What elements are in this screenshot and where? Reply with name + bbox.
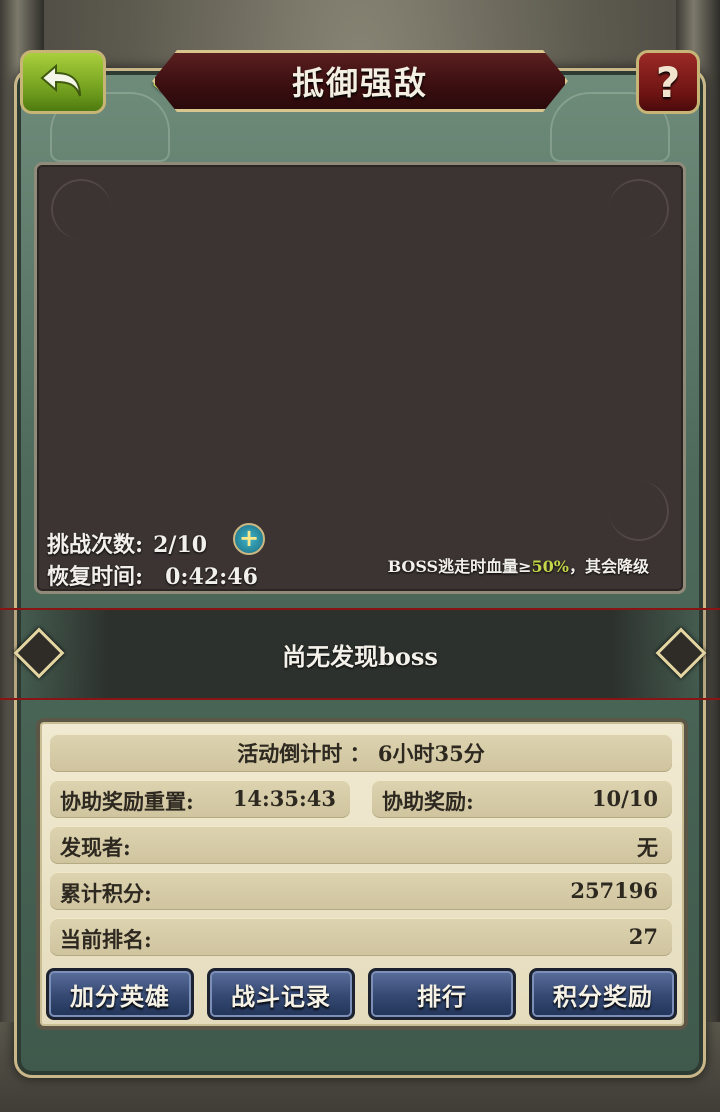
boss-status-text: 尚无发现boss — [282, 641, 438, 671]
note-percent: 50% — [531, 557, 569, 576]
corner-ornament — [51, 179, 111, 239]
corner-ornament — [609, 481, 669, 541]
boss-view-panel: 挑战次数: 2/10 + 恢复时间: 0:42:46 BOSS逃走时血量≥50%，其… — [34, 162, 686, 594]
page-title: 抵御强敌 — [291, 64, 428, 102]
plus-icon: + — [238, 524, 260, 552]
score-value: 257196 — [570, 878, 658, 903]
attempts-line: 挑战次数: 2/10 — [47, 527, 207, 559]
rank-row: 当前排名: 27 — [50, 918, 672, 956]
title-bar: 抵御强敌 — [152, 50, 568, 112]
back-arrow-icon — [40, 63, 81, 97]
assist-reset-row: 协助奖励重置: 14:35:43 — [50, 780, 350, 818]
help-icon: ? — [655, 57, 681, 107]
finder-row: 发现者: 无 — [50, 826, 672, 864]
battle-log-button[interactable]: 战斗记录 — [207, 968, 355, 1020]
right-arrow-icon — [655, 627, 707, 679]
assist-reward-row: 协助奖励: 10/10 — [372, 780, 672, 818]
countdown-row: 活动倒计时 ： 6小时35分 — [50, 734, 672, 772]
assist-reset-value: 14:35:43 — [232, 786, 336, 811]
score-rewards-button[interactable]: 积分奖励 — [529, 968, 677, 1020]
note-prefix: BOSS逃走时血量≥ — [387, 557, 532, 576]
left-arrow-icon — [13, 627, 65, 679]
help-button[interactable]: ? — [636, 50, 700, 114]
back-button[interactable] — [20, 50, 106, 114]
add-attempts-button[interactable]: + — [233, 523, 265, 555]
rank-value: 27 — [628, 924, 658, 949]
prev-boss-button[interactable] — [13, 618, 65, 688]
score-label: 累计积分: — [60, 881, 152, 906]
ranking-button[interactable]: 排行 — [368, 968, 516, 1020]
rank-label: 当前排名: — [60, 927, 152, 952]
finder-label: 发现者: — [60, 835, 131, 860]
recovery-line: 恢复时间: 0:42:46 — [47, 559, 258, 591]
boss-escape-note: BOSS逃走时血量≥50%，其会降级 — [388, 553, 649, 577]
assist-reward-label: 协助奖励: — [382, 789, 474, 814]
info-panel: 活动倒计时 ： 6小时35分 协助奖励重置: 14:35:43 协助奖励: 10… — [36, 718, 688, 1030]
recovery-value: 0:42:46 — [165, 564, 258, 590]
assist-reward-value: 10/10 — [591, 786, 658, 811]
boss-status-banner: 尚无发现boss — [0, 608, 720, 700]
countdown-text: 活动倒计时 ： 6小时35分 — [237, 741, 485, 766]
finder-value: 无 — [637, 835, 658, 860]
bonus-heroes-button[interactable]: 加分英雄 — [46, 968, 194, 1020]
corner-ornament — [609, 179, 669, 239]
score-row: 累计积分: 257196 — [50, 872, 672, 910]
attempts-label: 挑战次数: — [47, 532, 144, 558]
note-suffix: ，其会降级 — [568, 557, 649, 576]
assist-reset-label: 协助奖励重置: — [60, 789, 194, 814]
next-boss-button[interactable] — [655, 618, 707, 688]
attempts-value: 2/10 — [153, 532, 208, 558]
recovery-label: 恢复时间: — [47, 564, 144, 590]
